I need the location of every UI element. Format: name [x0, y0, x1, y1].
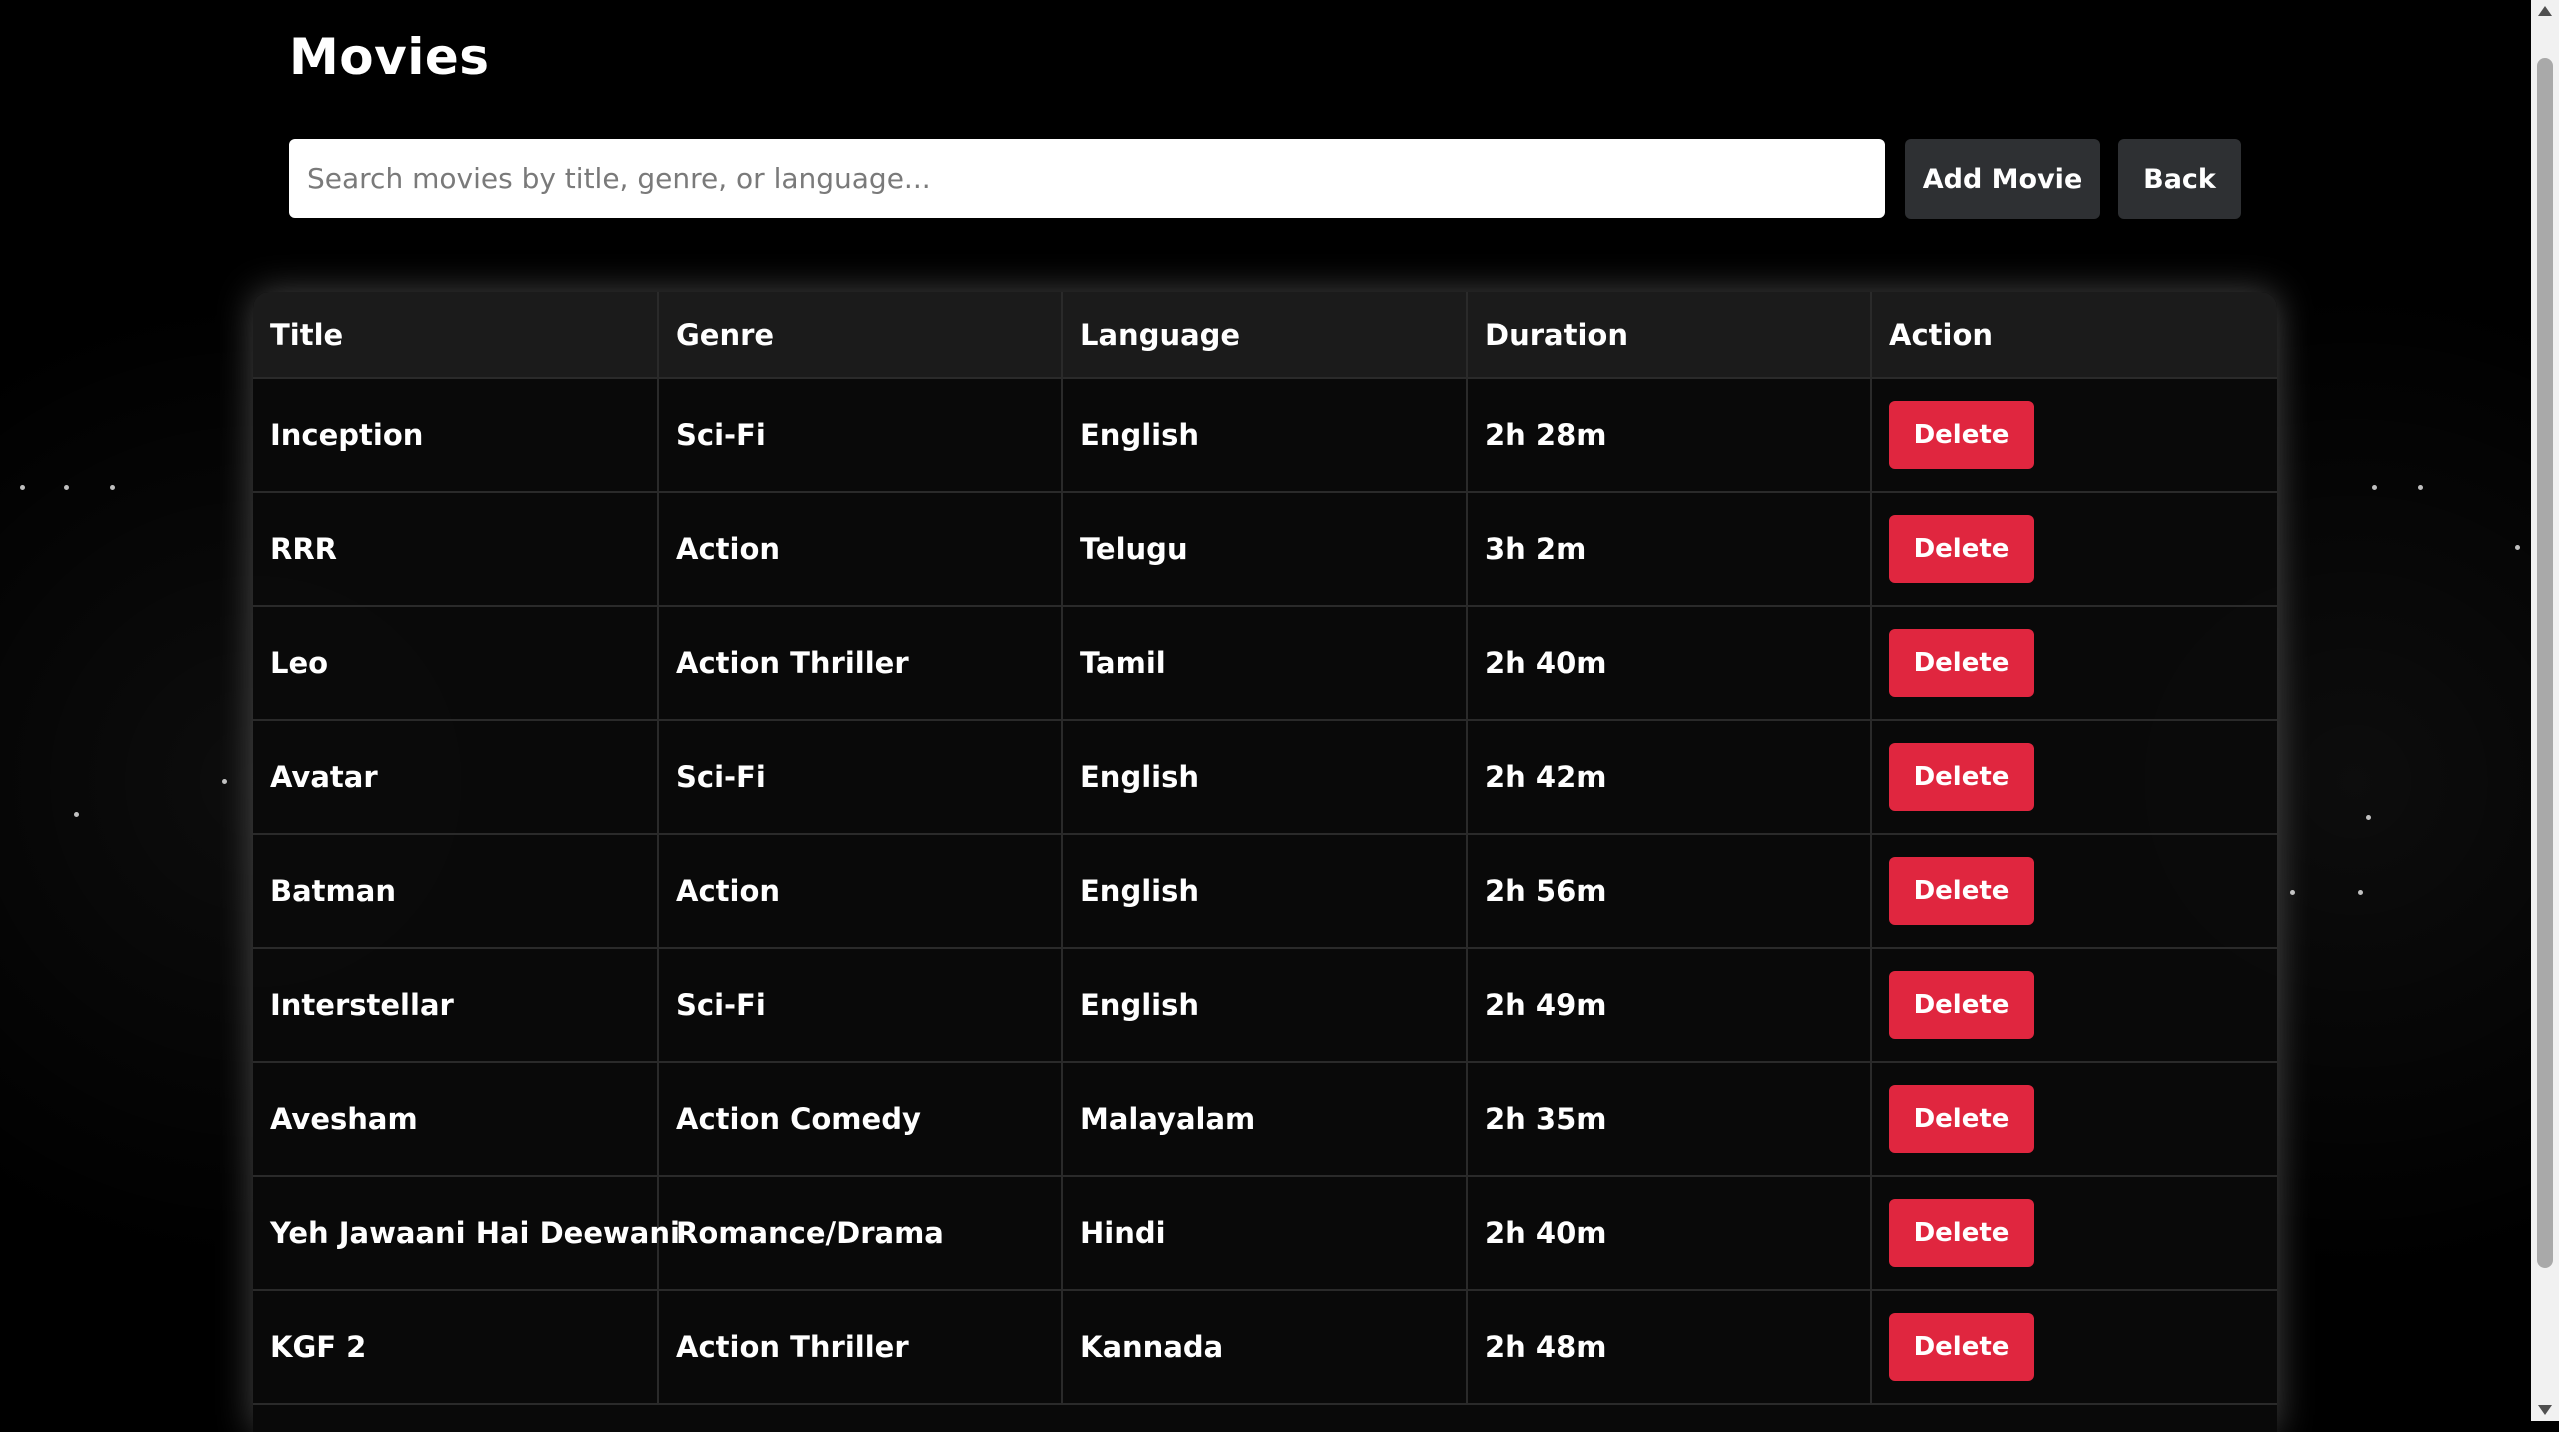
cell-duration: 2h 28m	[1467, 378, 1872, 493]
delete-button[interactable]: Delete	[1889, 971, 2034, 1039]
table-row: Inception Sci-Fi English 2h 28m Delete	[253, 378, 2277, 493]
delete-button[interactable]: Delete	[1889, 743, 2034, 811]
cell-language: English	[1062, 834, 1468, 949]
star-dot	[2290, 890, 2295, 895]
cell-genre: Action Thriller	[658, 1290, 1063, 1405]
star-dot	[2418, 485, 2423, 490]
cell-genre: Action	[658, 834, 1063, 949]
cell-language: Hindi	[1062, 1176, 1468, 1291]
page-title: Movies	[289, 28, 490, 86]
movies-table: Title Genre Language Duration Action Inc…	[253, 292, 2277, 1405]
movies-table-container: Title Genre Language Duration Action Inc…	[253, 292, 2277, 1432]
add-movie-button[interactable]: Add Movie	[1905, 139, 2100, 219]
delete-button[interactable]: Delete	[1889, 515, 2034, 583]
cell-language: Kannada	[1062, 1290, 1468, 1405]
cell-title: RRR	[253, 492, 659, 607]
delete-button[interactable]: Delete	[1889, 401, 2034, 469]
search-input[interactable]	[289, 139, 1885, 218]
cell-language: English	[1062, 720, 1468, 835]
cell-genre: Action Comedy	[658, 1062, 1063, 1177]
column-header-genre: Genre	[658, 292, 1063, 379]
column-header-title: Title	[253, 292, 659, 379]
cell-duration: 2h 48m	[1467, 1290, 1872, 1405]
cell-title: Interstellar	[253, 948, 659, 1063]
delete-button[interactable]: Delete	[1889, 1199, 2034, 1267]
cell-action: Delete	[1871, 378, 2277, 493]
star-dot	[222, 779, 227, 784]
table-row: Avatar Sci-Fi English 2h 42m Delete	[253, 720, 2277, 835]
table-row: Avesham Action Comedy Malayalam 2h 35m D…	[253, 1062, 2277, 1177]
table-row: KGF 2 Action Thriller Kannada 2h 48m Del…	[253, 1290, 2277, 1405]
table-row: Yeh Jawaani Hai Deewani Romance/Drama Hi…	[253, 1176, 2277, 1291]
table-row: Interstellar Sci-Fi English 2h 49m Delet…	[253, 948, 2277, 1063]
cell-title: Avatar	[253, 720, 659, 835]
cell-duration: 2h 40m	[1467, 1176, 1872, 1291]
cell-action: Delete	[1871, 834, 2277, 949]
cell-title: Inception	[253, 378, 659, 493]
cell-language: English	[1062, 378, 1468, 493]
scrollbar-thumb[interactable]	[2537, 58, 2553, 1268]
delete-button[interactable]: Delete	[1889, 1313, 2034, 1381]
cell-action: Delete	[1871, 1290, 2277, 1405]
table-row: Leo Action Thriller Tamil 2h 40m Delete	[253, 606, 2277, 721]
star-dot	[2515, 545, 2520, 550]
cell-genre: Action Thriller	[658, 606, 1063, 721]
scroll-up-arrow-icon[interactable]	[2538, 6, 2552, 16]
cell-language: Telugu	[1062, 492, 1468, 607]
star-dot	[2358, 890, 2363, 895]
delete-button[interactable]: Delete	[1889, 857, 2034, 925]
cell-language: Tamil	[1062, 606, 1468, 721]
column-header-duration: Duration	[1467, 292, 1872, 379]
cell-action: Delete	[1871, 606, 2277, 721]
cell-duration: 2h 35m	[1467, 1062, 1872, 1177]
cell-genre: Romance/Drama	[658, 1176, 1063, 1291]
table-header-row: Title Genre Language Duration Action	[253, 292, 2277, 379]
cell-action: Delete	[1871, 492, 2277, 607]
cell-genre: Sci-Fi	[658, 948, 1063, 1063]
cell-title: KGF 2	[253, 1290, 659, 1405]
cell-duration: 2h 40m	[1467, 606, 1872, 721]
cell-language: Malayalam	[1062, 1062, 1468, 1177]
delete-button[interactable]: Delete	[1889, 629, 2034, 697]
cell-action: Delete	[1871, 948, 2277, 1063]
cell-duration: 2h 42m	[1467, 720, 1872, 835]
star-dot	[2366, 815, 2371, 820]
scroll-down-arrow-icon[interactable]	[2538, 1405, 2552, 1415]
cell-language: English	[1062, 948, 1468, 1063]
table-row: RRR Action Telugu 3h 2m Delete	[253, 492, 2277, 607]
back-button[interactable]: Back	[2118, 139, 2241, 219]
cell-action: Delete	[1871, 1176, 2277, 1291]
cell-title: Leo	[253, 606, 659, 721]
cell-duration: 3h 2m	[1467, 492, 1872, 607]
column-header-language: Language	[1062, 292, 1468, 379]
cell-genre: Action	[658, 492, 1063, 607]
vertical-scrollbar[interactable]	[2531, 0, 2559, 1421]
star-dot	[110, 485, 115, 490]
cell-title: Yeh Jawaani Hai Deewani	[253, 1176, 680, 1291]
movies-page: Movies Add Movie Back Title Genre Langua…	[253, 0, 2277, 1432]
cell-action: Delete	[1871, 1062, 2277, 1177]
cell-genre: Sci-Fi	[658, 378, 1063, 493]
column-header-action: Action	[1871, 292, 2277, 379]
delete-button[interactable]: Delete	[1889, 1085, 2034, 1153]
cell-title: Batman	[253, 834, 659, 949]
star-dot	[64, 485, 69, 490]
cell-action: Delete	[1871, 720, 2277, 835]
cell-genre: Sci-Fi	[658, 720, 1063, 835]
table-row: Batman Action English 2h 56m Delete	[253, 834, 2277, 949]
star-dot	[20, 485, 25, 490]
cell-title: Avesham	[253, 1062, 659, 1177]
cell-duration: 2h 49m	[1467, 948, 1872, 1063]
star-dot	[74, 812, 79, 817]
star-dot	[2372, 485, 2377, 490]
cell-duration: 2h 56m	[1467, 834, 1872, 949]
